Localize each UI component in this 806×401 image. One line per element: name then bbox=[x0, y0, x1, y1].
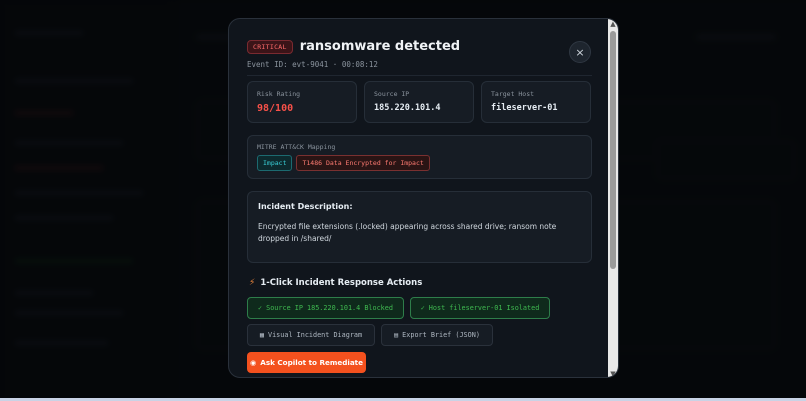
check-icon: ✓ bbox=[258, 304, 263, 312]
risk-rating-value: 98/100 bbox=[257, 103, 294, 114]
source-ip-card: Source IP 185.220.101.4 bbox=[364, 81, 474, 123]
actions-title: 1-Click Incident Response Actions bbox=[260, 278, 423, 288]
lightning-bolt-icon: ⚡ bbox=[249, 278, 256, 288]
check-icon: ✓ bbox=[420, 304, 425, 312]
visual-diagram-button[interactable]: ▦ Visual Incident Diagram bbox=[247, 324, 375, 346]
ask-copilot-label: Ask Copilot to Remediate bbox=[260, 358, 363, 367]
stat-label: Source IP bbox=[374, 90, 410, 98]
scroll-thumb[interactable] bbox=[610, 31, 616, 269]
target-host-card: Target Host fileserver-01 bbox=[481, 81, 591, 123]
target-host-value: fileserver-01 bbox=[491, 103, 558, 113]
modal-scrollbar[interactable]: ▲ ▼ bbox=[608, 19, 618, 377]
diagram-icon: ▦ bbox=[259, 331, 264, 339]
stat-label: Target Host bbox=[491, 90, 535, 98]
incident-title: ransomware detected bbox=[299, 39, 461, 54]
close-button[interactable]: × bbox=[569, 41, 591, 63]
event-id: Event ID: evt-9041 · 00:08:12 bbox=[247, 60, 378, 69]
severity-badge: CRITICAL bbox=[247, 39, 293, 54]
mitre-technique-tag: T1486 Data Encrypted for Impact bbox=[296, 155, 430, 171]
visual-diagram-label: Visual Incident Diagram bbox=[267, 331, 363, 339]
stats-row: Risk Rating 98/100 Source IP 185.220.101… bbox=[247, 81, 591, 123]
document-icon: ▤ bbox=[394, 331, 399, 339]
stat-label: Risk Rating bbox=[257, 90, 301, 98]
ask-copilot-button[interactable]: ◉ Ask Copilot to Remediate bbox=[247, 352, 366, 373]
source-ip-value: 185.220.101.4 bbox=[374, 103, 441, 113]
description-text: Encrypted file extensions (.locked) appe… bbox=[258, 222, 557, 243]
block-ip-button[interactable]: ✓ Source IP 185.220.101.4 Blocked bbox=[247, 297, 404, 319]
scroll-up-arrow-icon[interactable]: ▲ bbox=[608, 19, 618, 29]
mitre-mapping-card: MITRE ATT&CK Mapping Impact T1486 Data E… bbox=[247, 135, 592, 179]
description-title: Incident Description: bbox=[258, 202, 353, 211]
isolate-host-button[interactable]: ✓ Host fileserver-01 Isolated bbox=[410, 297, 550, 319]
incident-modal: CRITICAL ransomware detected Event ID: e… bbox=[228, 18, 619, 378]
export-brief-button[interactable]: ▤ Export Brief (JSON) bbox=[381, 324, 493, 346]
isolate-host-label: Host fileserver-01 Isolated bbox=[428, 304, 540, 312]
block-ip-label: Source IP 185.220.101.4 Blocked bbox=[266, 304, 393, 312]
copilot-icon: ◉ bbox=[250, 358, 257, 367]
incident-description-card: Incident Description: Encrypted file ext… bbox=[247, 191, 592, 263]
header-divider bbox=[247, 75, 592, 76]
export-brief-label: Export Brief (JSON) bbox=[402, 331, 480, 339]
risk-rating-card: Risk Rating 98/100 bbox=[247, 81, 357, 123]
scroll-down-arrow-icon[interactable]: ▼ bbox=[608, 369, 618, 377]
close-icon: × bbox=[575, 45, 585, 59]
mitre-tactic-tag: Impact bbox=[257, 155, 293, 171]
modal-header: CRITICAL ransomware detected Event ID: e… bbox=[247, 39, 592, 69]
mitre-label: MITRE ATT&CK Mapping bbox=[257, 143, 336, 151]
actions-heading: ⚡ 1-Click Incident Response Actions bbox=[249, 278, 422, 288]
